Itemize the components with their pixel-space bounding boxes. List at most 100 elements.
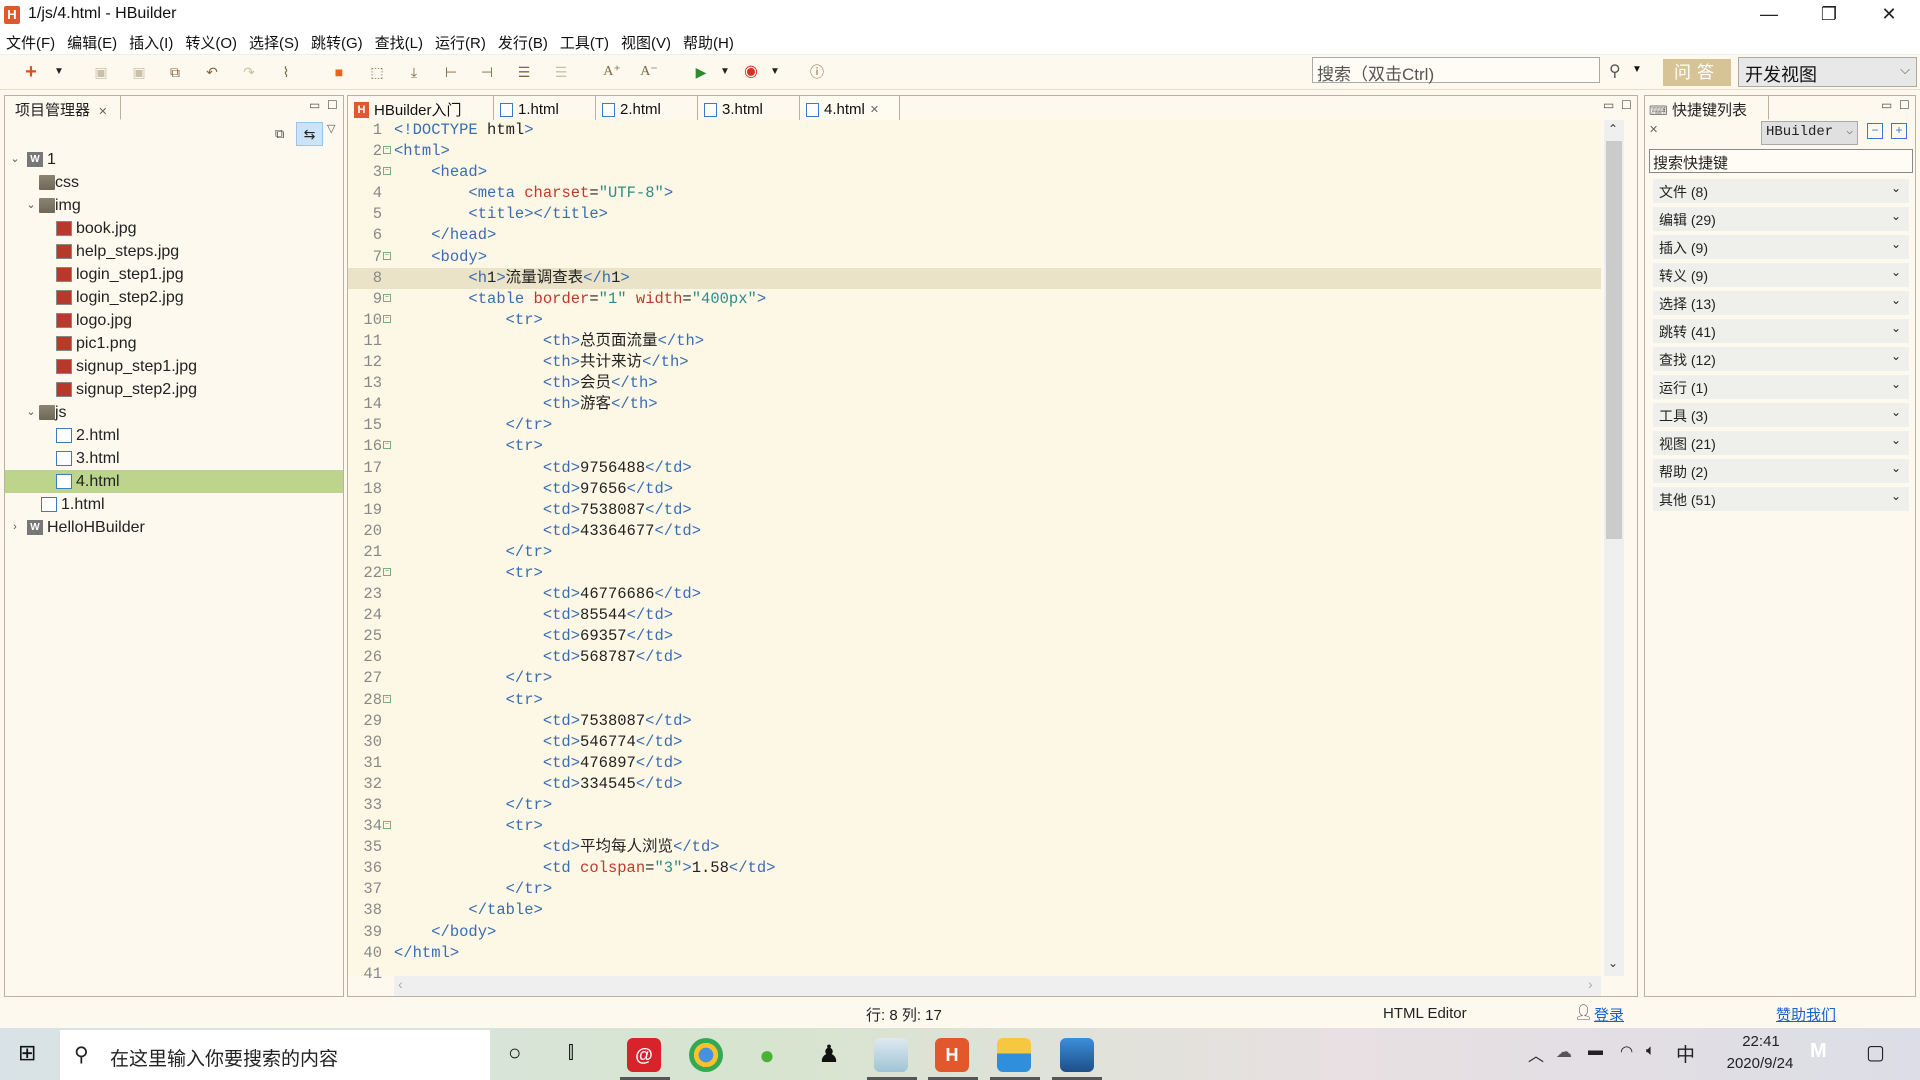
code-line[interactable]: 33 </tr>: [348, 795, 1601, 816]
code-line[interactable]: 39 </body>: [348, 922, 1601, 943]
fold-toggle-icon[interactable]: −: [383, 441, 391, 450]
shortcut-category[interactable]: 跳转 (41) ⌄: [1653, 319, 1909, 343]
scroll-left-icon[interactable]: ‹: [398, 976, 403, 992]
notepad-icon[interactable]: [874, 1038, 908, 1072]
code-line[interactable]: 10− <tr>: [348, 310, 1601, 331]
clock-time[interactable]: 22:41: [1726, 1033, 1796, 1050]
battery-icon[interactable]: ▬: [1588, 1042, 1603, 1059]
shortcut-category[interactable]: 编辑 (29) ⌄: [1653, 207, 1909, 231]
shortcut-category[interactable]: 插入 (9) ⌄: [1653, 235, 1909, 259]
tree-item[interactable]: ⌄ js: [5, 401, 343, 424]
login-link[interactable]: 登录: [1594, 1004, 1624, 1025]
code-line[interactable]: 25 <td>69357</td>: [348, 626, 1601, 647]
code-line[interactable]: 36 <td colspan="3">1.58</td>: [348, 858, 1601, 879]
jump-down-icon[interactable]: ⤓: [405, 63, 423, 81]
menu-escape[interactable]: 转义(O): [185, 32, 237, 53]
tab-1-html[interactable]: 1.html: [494, 96, 596, 120]
shortcut-category[interactable]: 选择 (13) ⌄: [1653, 291, 1909, 315]
code-line[interactable]: 35 <td>平均每人浏览</td>: [348, 837, 1601, 858]
close-button[interactable]: ✕: [1860, 0, 1918, 30]
fold-toggle-icon[interactable]: −: [383, 567, 391, 576]
taskbar-search-input[interactable]: 在这里输入你要搜索的内容: [60, 1030, 490, 1080]
minimize-icon[interactable]: ▭: [309, 98, 320, 112]
search-icon[interactable]: ⚲: [1609, 61, 1621, 81]
code-line[interactable]: 11 <th>总页面流量</th>: [348, 331, 1601, 352]
code-line[interactable]: 17 <td>9756488</td>: [348, 458, 1601, 479]
tree-item[interactable]: signup_step1.jpg: [5, 355, 343, 378]
chrome-icon[interactable]: [689, 1038, 723, 1072]
tree-item[interactable]: › W HelloHBuilder: [5, 516, 343, 539]
code-line[interactable]: 12 <th>共计来访</th>: [348, 352, 1601, 373]
code-line[interactable]: 22− <tr>: [348, 563, 1601, 584]
tree-item[interactable]: login_step2.jpg: [5, 286, 343, 309]
code-line[interactable]: 3− <head>: [348, 162, 1601, 183]
tree-item[interactable]: ⌄ img: [5, 194, 343, 217]
bookmark-icon[interactable]: ■: [330, 63, 348, 81]
global-search-input[interactable]: 搜索（双击Ctrl): [1312, 57, 1600, 84]
tree-item[interactable]: 4.html: [5, 470, 343, 493]
code-line[interactable]: 32 <td>334545</td>: [348, 774, 1601, 795]
tab-3-html[interactable]: 3.html: [698, 96, 800, 120]
outline-icon[interactable]: ☰: [515, 63, 533, 81]
code-line[interactable]: 28− <tr>: [348, 690, 1601, 711]
close-icon[interactable]: ✕: [98, 106, 107, 118]
menu-publish[interactable]: 发行(B): [498, 32, 548, 53]
netease-music-icon[interactable]: @: [627, 1038, 661, 1072]
menu-run[interactable]: 运行(R): [435, 32, 486, 53]
code-line[interactable]: 27 </tr>: [348, 668, 1601, 689]
wifi-icon[interactable]: ◠: [1620, 1042, 1633, 1060]
code-line[interactable]: 31 <td>476897</td>: [348, 753, 1601, 774]
browser-dropdown-icon[interactable]: ▼: [766, 63, 784, 81]
code-line[interactable]: 13 <th>会员</th>: [348, 373, 1601, 394]
minimize-icon[interactable]: ▭: [1881, 98, 1892, 112]
code-line[interactable]: 7− <body>: [348, 247, 1601, 268]
menu-help[interactable]: 帮助(H): [683, 32, 734, 53]
menu-edit[interactable]: 编辑(E): [67, 32, 117, 53]
font-increase-icon[interactable]: A⁺: [603, 63, 621, 81]
code-line[interactable]: 18 <td>97656</td>: [348, 479, 1601, 500]
collapse-all-icon[interactable]: ⧉: [275, 126, 284, 142]
windows-start-icon[interactable]: ⊞: [18, 1040, 36, 1066]
maximize-icon[interactable]: ☐: [1621, 98, 1632, 112]
scroll-up-icon[interactable]: ⌃: [1608, 122, 1618, 136]
link-editor-icon[interactable]: ⇆: [296, 122, 323, 146]
tree-item[interactable]: 3.html: [5, 447, 343, 470]
code-line[interactable]: 37 </tr>: [348, 879, 1601, 900]
code-line[interactable]: 19 <td>7538087</td>: [348, 500, 1601, 521]
next-edit-icon[interactable]: ⊣: [478, 63, 496, 81]
code-line[interactable]: 34− <tr>: [348, 816, 1601, 837]
info-icon[interactable]: ⓘ: [808, 63, 826, 81]
file-explorer-icon[interactable]: [997, 1038, 1031, 1072]
photos-icon[interactable]: [1060, 1038, 1094, 1072]
volume-icon[interactable]: 🔈︎: [1646, 1042, 1655, 1059]
chevron-down-icon[interactable]: ⌄: [9, 148, 21, 171]
tab-4-html[interactable]: 4.html ✕: [800, 96, 900, 120]
chevron-right-icon[interactable]: ›: [9, 516, 21, 539]
code-line[interactable]: 8 <h1>流量调查表</h1>: [348, 267, 1601, 289]
cortana-icon[interactable]: ○: [508, 1040, 521, 1066]
tree-item[interactable]: css: [5, 171, 343, 194]
tree-item[interactable]: signup_step2.jpg: [5, 378, 343, 401]
menu-find[interactable]: 查找(L): [375, 32, 423, 53]
collapse-all-icon[interactable]: −: [1867, 123, 1883, 139]
tree-item[interactable]: pic1.png: [5, 332, 343, 355]
fold-toggle-icon[interactable]: −: [383, 146, 391, 155]
revert-icon[interactable]: ⧉: [166, 63, 184, 81]
save-all-icon[interactable]: ▣: [130, 63, 148, 81]
code-line[interactable]: 14 <th>游客</th>: [348, 394, 1601, 415]
chevron-down-icon[interactable]: ⌄: [25, 194, 37, 217]
tree-item[interactable]: help_steps.jpg: [5, 240, 343, 263]
code-line[interactable]: 26 <td>568787</td>: [348, 647, 1601, 668]
shortcut-scheme-select[interactable]: HBuilder ⌵: [1761, 121, 1858, 145]
code-line[interactable]: 40 </html>: [348, 943, 1601, 964]
shortcut-category[interactable]: 转义 (9) ⌄: [1653, 263, 1909, 287]
shortcut-search-input[interactable]: 搜索快捷键: [1649, 149, 1913, 173]
expand-all-icon[interactable]: +: [1891, 123, 1907, 139]
new-file-icon[interactable]: +: [22, 62, 40, 82]
code-line[interactable]: 24 <td>85544</td>: [348, 605, 1601, 626]
minimize-icon[interactable]: ▭: [1603, 98, 1614, 112]
show-hidden-icons[interactable]: ︿: [1528, 1042, 1544, 1066]
tree-item[interactable]: 2.html: [5, 424, 343, 447]
close-icon[interactable]: ✕: [1649, 124, 1658, 136]
project-explorer-tab[interactable]: 项目管理器 ✕: [5, 96, 121, 120]
